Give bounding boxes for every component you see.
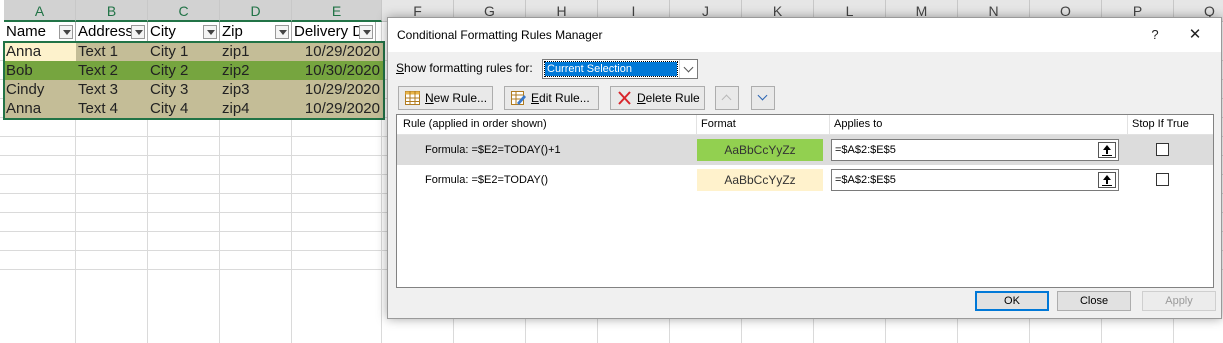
table-header-cell: City xyxy=(148,22,220,42)
chevron-down-icon[interactable] xyxy=(679,60,697,78)
applies-to-input[interactable]: =$A$2:$E$5 xyxy=(831,139,1119,161)
table-cell[interactable]: 10/29/2020 xyxy=(292,42,382,61)
column-header-e[interactable]: E xyxy=(292,0,382,22)
chevron-up-icon xyxy=(721,94,732,105)
column-header-b[interactable]: B xyxy=(76,0,148,22)
table-header-cell: Delivery Da xyxy=(292,22,376,42)
filter-dropdown-icon[interactable] xyxy=(59,25,73,39)
show-rules-label-text: how formatting rules for: xyxy=(404,61,533,75)
col-applies: Applies to xyxy=(834,118,883,130)
table-cell[interactable]: Text 3 xyxy=(76,80,148,99)
close-icon[interactable]: ✕ xyxy=(1183,24,1207,46)
conditional-formatting-dialog: Conditional Formatting Rules Manager ? ✕… xyxy=(387,17,1222,319)
filter-dropdown-icon[interactable] xyxy=(203,25,217,39)
table-cell[interactable]: zip4 xyxy=(220,99,292,118)
show-rules-label: Show formatting rules for: xyxy=(396,61,533,75)
col-format: Format xyxy=(701,118,736,130)
rule-formula: Formula: =$E2=TODAY() xyxy=(425,174,549,186)
delete-x-icon xyxy=(618,91,631,105)
table-cell[interactable]: zip2 xyxy=(220,61,292,80)
col-stop: Stop If True xyxy=(1132,118,1189,130)
dialog-titlebar: Conditional Formatting Rules Manager ? ✕ xyxy=(388,18,1221,52)
header-text: Name xyxy=(6,23,47,40)
help-button[interactable]: ? xyxy=(1144,24,1166,46)
table-row: Anna Text 4 City 4 zip4 10/29/2020 xyxy=(4,99,384,118)
apply-button[interactable]: Apply xyxy=(1142,291,1216,311)
table-cell[interactable]: 10/29/2020 xyxy=(292,99,382,118)
rules-list: Rule (applied in order shown) Format App… xyxy=(396,114,1214,288)
delete-rule-label: Delete Rule xyxy=(637,91,700,105)
table-cell[interactable]: City 3 xyxy=(148,80,220,99)
filter-dropdown-icon[interactable] xyxy=(131,25,145,39)
edit-pencil-icon xyxy=(511,91,526,105)
table-row: Bob Text 2 City 2 zip2 10/30/2020 xyxy=(4,61,384,80)
table-cell[interactable]: Anna xyxy=(4,42,76,61)
collapse-dialog-icon[interactable] xyxy=(1098,172,1116,188)
close-button[interactable]: Close xyxy=(1057,291,1131,311)
table-cell[interactable]: Bob xyxy=(4,61,76,80)
table-cell[interactable]: 10/29/2020 xyxy=(292,80,382,99)
table-row: Anna Text 1 City 1 zip1 10/29/2020 xyxy=(4,42,384,61)
format-preview: AaBbCcYyZz xyxy=(697,169,823,191)
header-text: City xyxy=(150,23,176,40)
column-header-c[interactable]: C xyxy=(148,0,220,22)
applies-to-value: =$A$2:$E$5 xyxy=(835,174,896,186)
move-down-button[interactable] xyxy=(751,86,775,110)
stop-if-true-checkbox[interactable] xyxy=(1156,143,1169,156)
table-cell[interactable]: Text 2 xyxy=(76,61,148,80)
applies-to-value: =$A$2:$E$5 xyxy=(835,144,896,156)
header-text: Zip xyxy=(222,23,243,40)
table-cell[interactable]: Cindy xyxy=(4,80,76,99)
show-rules-value: Current Selection xyxy=(544,61,678,77)
table-row: Cindy Text 3 City 3 zip3 10/29/2020 xyxy=(4,80,384,99)
table-header-cell: Name xyxy=(4,22,76,42)
dialog-title: Conditional Formatting Rules Manager xyxy=(397,28,603,42)
table-cell[interactable]: Anna xyxy=(4,99,76,118)
filter-dropdown-icon[interactable] xyxy=(275,25,289,39)
ok-button[interactable]: OK xyxy=(975,291,1049,311)
table-cell[interactable]: City 2 xyxy=(148,61,220,80)
table-cell[interactable]: City 1 xyxy=(148,42,220,61)
rule-formula: Formula: =$E2=TODAY()+1 xyxy=(425,144,561,156)
applies-to-input[interactable]: =$A$2:$E$5 xyxy=(831,169,1119,191)
table-header-row: Name Address City Zip Delivery Da xyxy=(4,22,384,42)
rules-header: Rule (applied in order shown) Format App… xyxy=(397,115,1213,135)
new-rule-label: New Rule... xyxy=(425,91,488,105)
rule-row[interactable]: Formula: =$E2=TODAY()+1 AaBbCcYyZz =$A$2:$… xyxy=(397,135,1213,165)
table-cell[interactable]: Text 1 xyxy=(76,42,148,61)
move-up-button[interactable] xyxy=(715,86,739,110)
table-grid-icon xyxy=(405,91,420,105)
rule-row[interactable]: Formula: =$E2=TODAY() AaBbCcYyZz =$A$2:$E$… xyxy=(397,165,1213,195)
table-cell[interactable]: Text 4 xyxy=(76,99,148,118)
excel-window: ABCDEFGHIJKLMNOPQ Name Address City Zip Deli… xyxy=(0,0,1223,343)
show-rules-select[interactable]: Current Selection xyxy=(542,59,698,79)
collapse-dialog-icon[interactable] xyxy=(1098,142,1116,158)
edit-rule-label: Edit Rule... xyxy=(531,91,590,105)
table-cell[interactable]: zip1 xyxy=(220,42,292,61)
table-cell[interactable]: City 4 xyxy=(148,99,220,118)
edit-rule-button[interactable]: Edit Rule... xyxy=(504,86,599,110)
table-cell[interactable]: 10/30/2020 xyxy=(292,61,382,80)
column-header-d[interactable]: D xyxy=(220,0,292,22)
table-header-cell: Address xyxy=(76,22,148,42)
header-text: Address xyxy=(78,23,134,40)
col-rule: Rule (applied in order shown) xyxy=(403,118,547,130)
stop-if-true-checkbox[interactable] xyxy=(1156,173,1169,186)
delete-rule-button[interactable]: Delete Rule xyxy=(610,86,705,110)
column-header-a[interactable]: A xyxy=(4,0,76,22)
table-header-cell: Zip xyxy=(220,22,292,42)
format-preview: AaBbCcYyZz xyxy=(697,139,823,161)
new-rule-button[interactable]: New Rule... xyxy=(398,86,493,110)
chevron-down-icon xyxy=(757,90,768,101)
filter-dropdown-icon[interactable] xyxy=(359,25,373,39)
table-cell[interactable]: zip3 xyxy=(220,80,292,99)
